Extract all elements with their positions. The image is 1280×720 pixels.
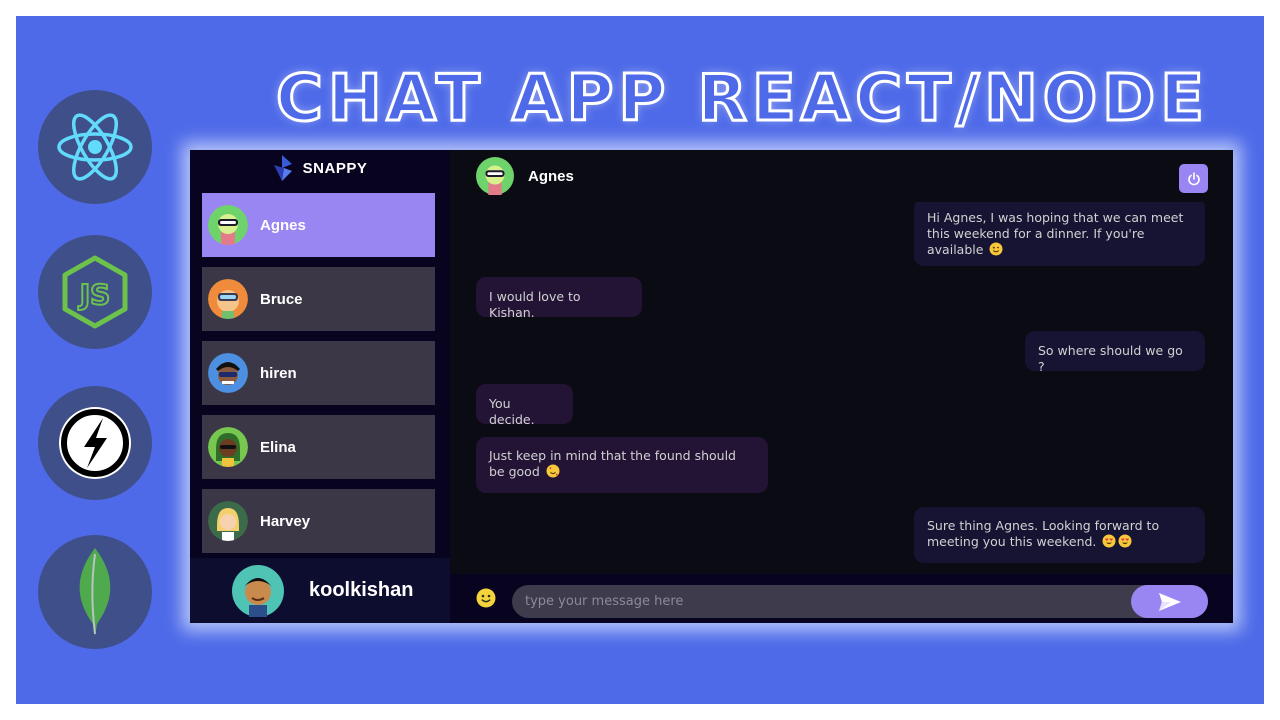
- contact-item-elina[interactable]: Elina: [202, 415, 435, 479]
- react-icon: [38, 90, 152, 204]
- brand-name: SNAPPY: [302, 159, 368, 177]
- smiley-icon[interactable]: [476, 588, 496, 608]
- contact-item-hiren[interactable]: hiren: [202, 341, 435, 405]
- svg-text:JS: JS: [78, 278, 111, 311]
- contact-item-agnes[interactable]: Agnes: [202, 193, 435, 257]
- contact-name: Harvey: [260, 512, 311, 530]
- message-sent: Sure thing Agnes. Looking forward to mee…: [914, 507, 1205, 563]
- send-button[interactable]: [1131, 585, 1208, 618]
- message-text: You decide.: [489, 396, 535, 427]
- message-input[interactable]: [512, 585, 1208, 618]
- messages-list: Hi Agnes, I was hoping that we can meet …: [450, 202, 1233, 574]
- message-received: You decide.: [476, 384, 573, 427]
- snappy-logo-icon: [273, 155, 292, 181]
- nodejs-icon: JS: [38, 235, 152, 349]
- power-icon: [1187, 171, 1200, 185]
- message-text: I would love to Kishan.: [489, 289, 581, 320]
- brand: SNAPPY: [190, 150, 450, 186]
- message-received: I would love to Kishan.: [476, 277, 642, 320]
- avatar: [208, 279, 248, 319]
- user-avatar: [232, 564, 284, 617]
- contact-item-harvey[interactable]: Harvey: [202, 489, 435, 553]
- message-received: Just keep in mind that the found should …: [476, 437, 768, 493]
- avatar: [208, 501, 248, 541]
- avatar: [208, 427, 248, 467]
- send-icon: [1158, 592, 1181, 611]
- socketio-icon: [38, 386, 152, 500]
- message-sent: So where should we go ?: [1025, 331, 1205, 374]
- contacts-sidebar: SNAPPY Agnes Bruce hiren Elina Harvey ko…: [190, 150, 450, 623]
- message-text: So where should we go ?: [1038, 343, 1183, 374]
- chat-header: Agnes: [450, 150, 1233, 202]
- logout-button[interactable]: [1179, 164, 1208, 193]
- heart-eyes-emoji: [1118, 534, 1132, 548]
- chat-container: Agnes Hi Agnes, I was hoping that we can…: [450, 150, 1233, 623]
- chat-header-name: Agnes: [528, 167, 574, 185]
- mongodb-icon: [38, 535, 152, 649]
- contact-name: Bruce: [260, 290, 303, 308]
- contact-name: Elina: [260, 438, 296, 456]
- contact-name: hiren: [260, 364, 297, 382]
- avatar: [208, 353, 248, 393]
- message-input-bar: [450, 574, 1233, 623]
- hearts-face-emoji: [546, 464, 560, 478]
- current-user-panel: koolkishan: [190, 558, 450, 623]
- message-text: Just keep in mind that the found should …: [489, 448, 736, 479]
- current-user-name: koolkishan: [309, 579, 414, 601]
- banner-title: CHAT APP REACT/NODE: [275, 61, 1209, 138]
- heart-eyes-emoji: [1102, 534, 1116, 548]
- message-text: Hi Agnes, I was hoping that we can meet …: [927, 210, 1184, 257]
- chat-app-window: SNAPPY Agnes Bruce hiren Elina Harvey ko…: [190, 150, 1233, 623]
- message-sent: Hi Agnes, I was hoping that we can meet …: [914, 202, 1205, 266]
- avatar: [208, 205, 248, 245]
- contact-item-bruce[interactable]: Bruce: [202, 267, 435, 331]
- chat-header-avatar: [476, 157, 514, 195]
- wink-emoji: [989, 242, 1003, 256]
- contact-name: Agnes: [260, 216, 306, 234]
